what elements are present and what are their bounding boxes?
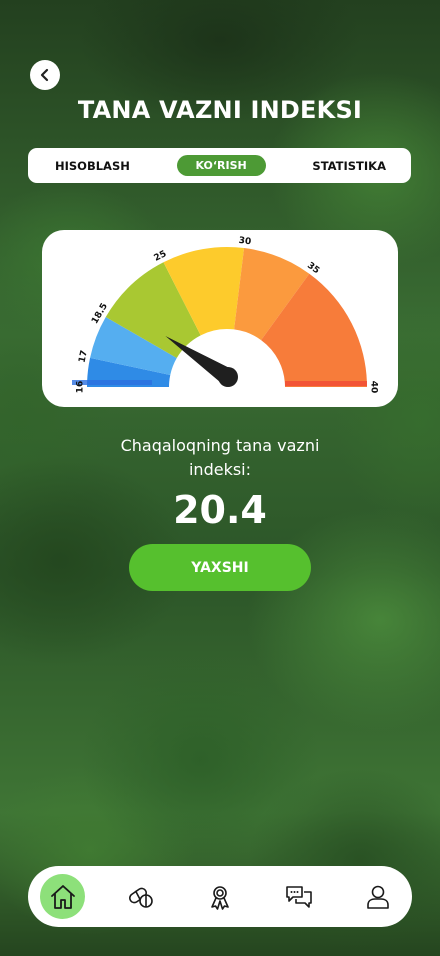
nav-award[interactable] bbox=[198, 874, 243, 919]
bmi-value: 20.4 bbox=[173, 488, 267, 532]
nav-home[interactable] bbox=[40, 874, 85, 919]
tab-statistika[interactable]: STATISTIKA bbox=[312, 155, 386, 176]
gauge-baseline-right bbox=[285, 381, 367, 386]
tab-hisoblash[interactable]: HISOBLASH bbox=[55, 155, 130, 176]
page-title: TANA VAZNI INDEKSI bbox=[77, 96, 363, 124]
status-button[interactable]: YAXSHI bbox=[129, 544, 311, 591]
chat-bubbles-icon bbox=[285, 885, 312, 908]
user-icon bbox=[366, 885, 389, 909]
pills-icon bbox=[129, 887, 154, 908]
bmi-caption: Chaqaloqning tana vazni indeksi: bbox=[120, 436, 320, 479]
gauge-needle-hub bbox=[218, 367, 238, 387]
gauge-scale-label: 16 bbox=[76, 381, 86, 394]
nav-profile[interactable] bbox=[355, 874, 400, 919]
gauge-scale-label: 30 bbox=[238, 236, 252, 247]
bmi-gauge: 161718.525303540 bbox=[72, 236, 379, 394]
nav-chat[interactable] bbox=[276, 874, 321, 919]
gauge-scale-label: 17 bbox=[78, 349, 90, 363]
tab-korish[interactable]: KO‘RISH bbox=[176, 155, 266, 176]
nav-pills[interactable] bbox=[119, 874, 164, 919]
award-ribbon-icon bbox=[211, 885, 229, 910]
bottom-nav bbox=[28, 866, 412, 927]
tab-bar: HISOBLASH KO‘RISH STATISTIKA bbox=[28, 148, 411, 183]
home-icon bbox=[50, 884, 75, 909]
back-button[interactable] bbox=[30, 60, 60, 90]
bmi-gauge-card: 16 17 18.5 25 30 35 40 bbox=[42, 230, 398, 407]
gauge-scale-label: 40 bbox=[369, 381, 379, 394]
chevron-left-icon bbox=[40, 68, 49, 82]
